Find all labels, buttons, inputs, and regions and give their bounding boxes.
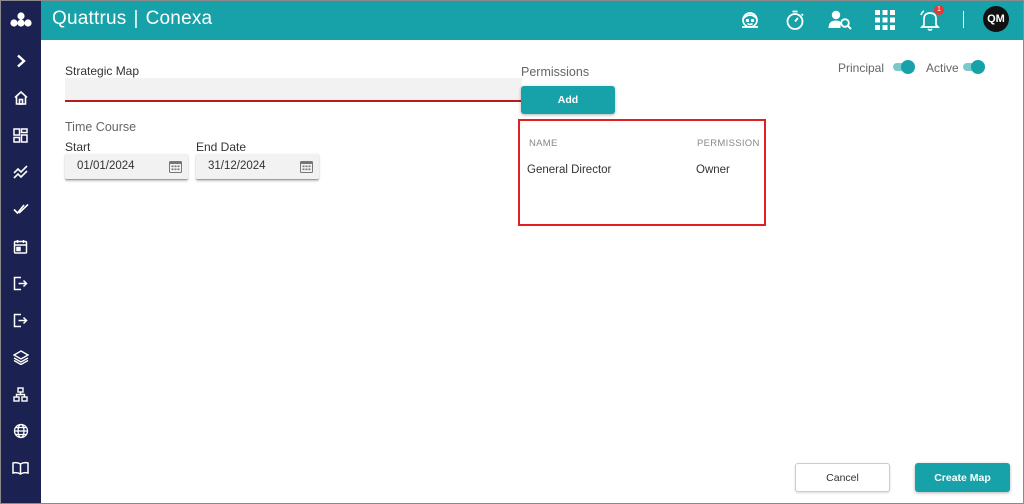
window-border — [0, 0, 1024, 504]
